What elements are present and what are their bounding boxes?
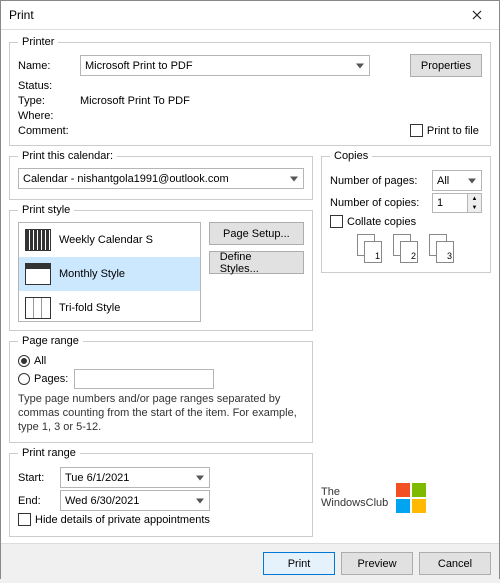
copies-legend: Copies (330, 150, 372, 162)
windows-flag-icon (396, 483, 426, 513)
page-range-legend: Page range (18, 335, 83, 347)
trifold-icon (25, 297, 51, 319)
checkbox-icon (18, 513, 31, 526)
comment-label: Comment: (18, 125, 80, 137)
start-date-select[interactable]: Tue 6/1/2021 (60, 467, 210, 488)
page-icon: 3 (436, 241, 454, 263)
close-icon (472, 10, 482, 20)
define-styles-button[interactable]: Define Styles... (209, 251, 304, 274)
calendar-legend: Print this calendar: (18, 150, 117, 162)
chevron-up-icon: ▲ (468, 194, 481, 203)
all-label: All (34, 355, 46, 367)
pages-input[interactable] (74, 369, 214, 389)
print-style-legend: Print style (18, 204, 74, 216)
checkbox-icon (330, 215, 343, 228)
window-title: Print (9, 8, 457, 22)
style-item-trifold[interactable]: Tri-fold Style (19, 291, 200, 322)
preview-button[interactable]: Preview (341, 552, 413, 575)
print-range-group: Print range Start: Tue 6/1/2021 End: Wed… (9, 447, 313, 537)
print-button[interactable]: Print (263, 552, 335, 575)
end-label: End: (18, 495, 54, 507)
page-setup-button[interactable]: Page Setup... (209, 222, 304, 245)
cancel-button[interactable]: Cancel (419, 552, 491, 575)
num-copies-input[interactable] (432, 193, 468, 213)
print-range-legend: Print range (18, 447, 80, 459)
num-copies-label: Number of copies: (330, 197, 426, 209)
style-label: Tri-fold Style (59, 302, 120, 314)
page-range-all-radio[interactable]: All (18, 355, 46, 367)
page-icon: 2 (400, 241, 418, 263)
num-pages-label: Number of pages: (330, 175, 426, 187)
style-label: Monthly Style (59, 268, 125, 280)
calendar-select[interactable]: Calendar - nishantgola1991@outlook.com (18, 168, 304, 189)
style-item-weekly[interactable]: Weekly Calendar S (19, 223, 200, 257)
type-value: Microsoft Print To PDF (80, 95, 410, 107)
print-style-group: Print style Weekly Calendar S Monthly St… (9, 204, 313, 331)
print-this-calendar-group: Print this calendar: Calendar - nishantg… (9, 150, 313, 200)
checkbox-icon (410, 124, 423, 137)
name-label: Name: (18, 60, 80, 72)
printer-group: Printer Name: Microsoft Print to PDF Pro… (9, 36, 491, 146)
print-to-file-label: Print to file (427, 125, 479, 137)
print-dialog: Print Printer Name: Microsoft Print to P… (0, 0, 500, 579)
close-button[interactable] (457, 1, 497, 29)
dialog-footer: Print Preview Cancel (1, 543, 499, 583)
print-style-list[interactable]: Weekly Calendar S Monthly Style Tri-fold… (18, 222, 201, 322)
where-label: Where: (18, 110, 80, 122)
pages-label: Pages: (34, 373, 68, 385)
style-label: Weekly Calendar S (59, 234, 153, 246)
chevron-down-icon: ▼ (468, 203, 481, 212)
radio-icon (18, 355, 30, 367)
copies-group: Copies Number of pages: All Number of co… (321, 150, 491, 273)
type-label: Type: (18, 95, 80, 107)
properties-button[interactable]: Properties (410, 54, 482, 77)
calendar-icon (25, 229, 51, 251)
hide-details-label: Hide details of private appointments (35, 514, 210, 526)
print-to-file-checkbox[interactable]: Print to file (410, 124, 482, 137)
watermark: The WindowsClub (321, 483, 491, 513)
radio-icon (18, 373, 30, 385)
collate-label: Collate copies (347, 216, 416, 228)
page-range-help: Type page numbers and/or page ranges sep… (18, 393, 304, 434)
watermark-text: The WindowsClub (321, 487, 388, 510)
collate-preview: 11 22 33 (330, 234, 482, 264)
collate-checkbox[interactable]: Collate copies (330, 215, 416, 228)
end-date-select[interactable]: Wed 6/30/2021 (60, 490, 210, 511)
page-icon: 1 (364, 241, 382, 263)
printer-legend: Printer (18, 36, 58, 48)
page-range-pages-radio[interactable]: Pages: (18, 373, 68, 385)
style-item-monthly[interactable]: Monthly Style (19, 257, 200, 291)
titlebar: Print (1, 1, 499, 30)
printer-name-select[interactable]: Microsoft Print to PDF (80, 55, 370, 76)
calendar-icon (25, 263, 51, 285)
start-label: Start: (18, 472, 54, 484)
status-label: Status: (18, 80, 80, 92)
hide-details-checkbox[interactable]: Hide details of private appointments (18, 513, 210, 526)
num-pages-select[interactable]: All (432, 170, 482, 191)
copies-spinner[interactable]: ▲▼ (468, 193, 482, 213)
page-range-group: Page range All Pages: Type page numbers … (9, 335, 313, 443)
